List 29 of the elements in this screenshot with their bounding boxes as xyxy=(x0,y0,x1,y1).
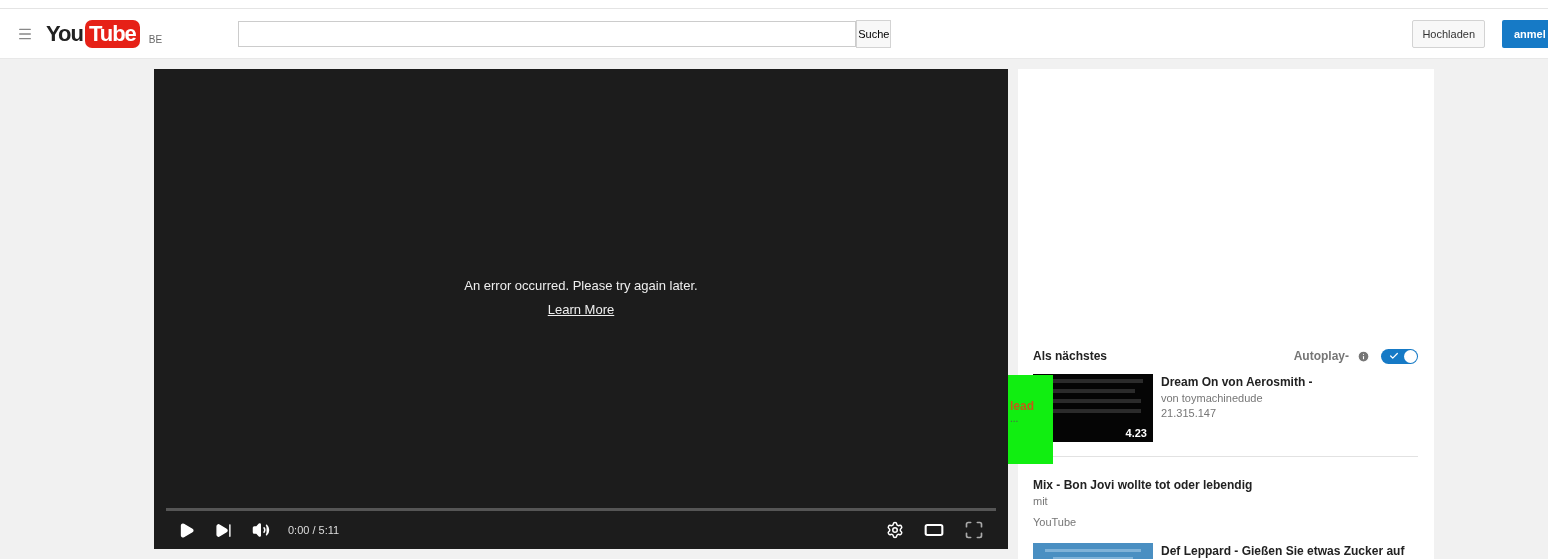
search-button[interactable]: Suche xyxy=(856,19,892,48)
video-title: Def Leppard - Gießen Sie etwas Zucker auf xyxy=(1161,544,1405,558)
play-icon[interactable] xyxy=(178,521,195,539)
autoplay-toggle[interactable] xyxy=(1381,348,1418,364)
view-count: 21.315.147 xyxy=(1161,407,1218,419)
learn-more-link[interactable]: Learn More xyxy=(547,301,615,317)
fullscreen-icon[interactable] xyxy=(964,520,984,540)
next-icon[interactable] xyxy=(215,521,232,539)
channel-name: mit xyxy=(1033,495,1049,507)
sign-in-button[interactable]: anmel xyxy=(1502,19,1548,48)
overlay-ellipsis: ... xyxy=(1009,413,1020,424)
time-display: 0:00 / 5:11 xyxy=(288,524,340,536)
channel-name: von toymachinedude xyxy=(1161,392,1264,404)
upload-button[interactable]: Hochladen xyxy=(1412,19,1485,48)
volume-icon[interactable] xyxy=(252,521,270,539)
check-icon xyxy=(1389,351,1399,361)
search-field[interactable] xyxy=(238,20,857,47)
error-message: An error occurred. Please try again later. xyxy=(464,277,698,293)
region-label: BE xyxy=(148,34,163,45)
info-icon[interactable] xyxy=(1357,349,1370,363)
video-title: Dream On von Aerosmith - xyxy=(1161,375,1313,389)
video-title: Mix - Bon Jovi wollte tot oder lebendig xyxy=(1033,478,1253,492)
source-label: YouTube xyxy=(1033,516,1078,528)
settings-icon[interactable] xyxy=(886,521,904,539)
up-next-heading: Als nächstes xyxy=(1033,349,1109,363)
duration-label: 4.23 xyxy=(1125,427,1147,439)
autoplay-label: Autoplay- xyxy=(1293,349,1349,363)
video-player[interactable]: An error occurred. Please try again later. Learn More 0:00 / 5:11 xyxy=(154,69,1008,549)
overlay-text: lead xyxy=(1009,399,1035,413)
